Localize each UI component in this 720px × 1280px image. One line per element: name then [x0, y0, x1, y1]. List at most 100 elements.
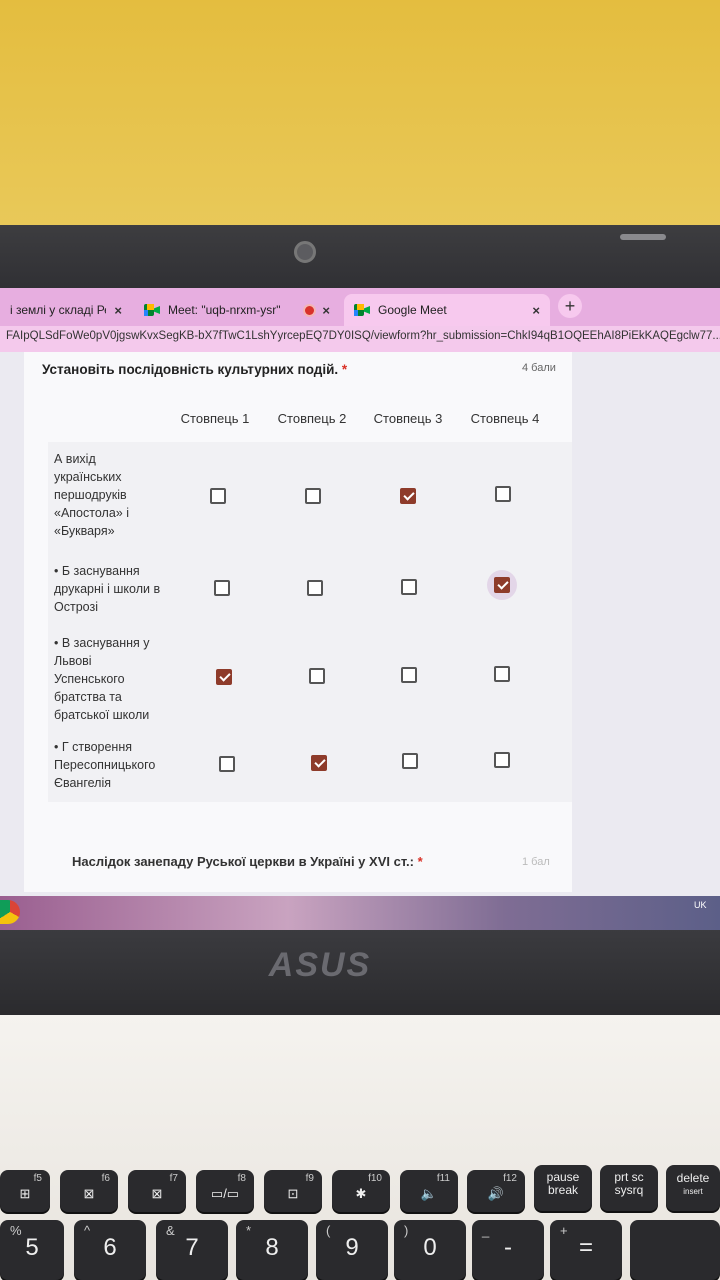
key-6[interactable]: ^ 6 [74, 1220, 146, 1280]
checkbox-b-col2[interactable] [307, 580, 323, 596]
key-label: delete [676, 1171, 710, 1185]
key-f10[interactable]: f10 ✱ [332, 1170, 390, 1212]
key-5[interactable]: % 5 [0, 1220, 64, 1280]
checkbox-c-col1[interactable] [216, 669, 232, 685]
tab-label: і землі у складі Речі П [10, 303, 106, 317]
key-label: 0 [423, 1234, 437, 1261]
key-f5[interactable]: f5 ⊞ [0, 1170, 50, 1212]
key-icon: ⊠ [151, 1186, 163, 1201]
key-f9[interactable]: f9 ⊡ [264, 1170, 322, 1212]
tab-google-meet[interactable]: Google Meet × [344, 294, 550, 326]
close-icon[interactable]: × [532, 303, 540, 318]
key-f8[interactable]: f8 ▭/▭ [196, 1170, 254, 1212]
row-label-b: • Б заснування друкарні і школи в Остроз… [54, 564, 161, 614]
close-icon[interactable]: × [114, 303, 122, 318]
key-label: 9 [345, 1234, 359, 1261]
key-f6[interactable]: f6 ⊠ [60, 1170, 118, 1212]
key-icon: ⊡ [287, 1186, 299, 1201]
key-minus[interactable]: _ - [472, 1220, 544, 1280]
required-mark: * [417, 854, 423, 869]
column-header: Стовпець 1 [180, 411, 250, 426]
key-9[interactable]: ( 9 [316, 1220, 388, 1280]
key-label: pause break [546, 1170, 580, 1197]
screen-bezel-top [0, 225, 720, 295]
webcam [294, 241, 316, 263]
checkbox-c-col3[interactable] [401, 667, 417, 683]
checkbox-b-col3[interactable] [401, 579, 417, 595]
key-fn-label: f7 [169, 1173, 178, 1184]
asus-logo: ASUS [268, 946, 372, 984]
question-title: Установіть послідовність культурних поді… [42, 362, 347, 377]
row-label-c: • В заснування у Львові Успенського брат… [54, 636, 150, 722]
key-icon: ⊠ [83, 1186, 95, 1201]
chrome-icon[interactable] [0, 900, 20, 924]
key-print-screen[interactable]: prt sc sysrq [600, 1165, 658, 1211]
key-fn-label: f6 [101, 1173, 110, 1184]
tab-strip: і землі у складі Речі П × Meet: "uqb-nrx… [0, 288, 720, 326]
key-icon: ▭/▭ [210, 1186, 240, 1201]
key-f12[interactable]: f12 🔊 [467, 1170, 525, 1212]
tab-meet-call[interactable]: Meet: "uqb-nrxm-ysr" × [134, 294, 340, 326]
key-label: - [504, 1234, 512, 1261]
checkbox-b-col4[interactable] [494, 577, 510, 593]
checkbox-d-col1[interactable] [219, 756, 235, 772]
new-tab-button[interactable]: + [558, 294, 582, 318]
checkbox-d-col3[interactable] [402, 753, 418, 769]
question2-title: Наслідок занепаду Руської церкви в Украї… [72, 854, 423, 869]
key-fn-label: f5 [33, 1173, 42, 1184]
key-label: 6 [103, 1234, 117, 1261]
key-label: 8 [265, 1234, 279, 1261]
bezel-notch [620, 234, 666, 240]
form-page: Установіть послідовність культурних поді… [0, 352, 720, 916]
column-header: Стовпець 4 [470, 411, 540, 426]
key-fn-label: f11 [436, 1173, 450, 1184]
question-points: 4 бали [522, 362, 556, 374]
key-delete[interactable]: delete insert [666, 1165, 720, 1211]
row-label-a: А вихід українських першодруків «Апостол… [54, 452, 129, 538]
question-card: Установіть послідовність культурних поді… [24, 352, 572, 892]
key-7[interactable]: & 7 [156, 1220, 228, 1280]
question2-title-text: Наслідок занепаду Руської церкви в Украї… [72, 854, 414, 869]
key-icon: 🔊 [487, 1186, 505, 1201]
row-label-d: • Г створення Пересопницького Євангелія [54, 740, 156, 790]
key-icon: ✱ [355, 1186, 367, 1201]
tab-label: Meet: "uqb-nrxm-ysr" [168, 303, 281, 317]
key-f11[interactable]: f11 🔈 [400, 1170, 458, 1212]
key-f7[interactable]: f7 ⊠ [128, 1170, 186, 1212]
checkbox-c-col2[interactable] [309, 668, 325, 684]
checkbox-d-col2[interactable] [311, 755, 327, 771]
column-header: Стовпець 2 [277, 411, 347, 426]
checkbox-a-col3[interactable] [400, 488, 416, 504]
key-pause-break[interactable]: pause break [534, 1165, 592, 1211]
language-indicator[interactable]: UK [694, 900, 707, 910]
tab-label: Google Meet [378, 303, 447, 317]
question2-points: 1 бал [522, 856, 550, 868]
checkbox-d-col4[interactable] [494, 752, 510, 768]
meet-icon [144, 304, 160, 316]
checkbox-a-col4[interactable] [495, 486, 511, 502]
address-bar[interactable]: FAIpQLSdFoWe0pV0jgswKvxSegKB-bX7fTwC1Lsh… [0, 326, 720, 352]
key-sublabel: insert [683, 1187, 703, 1196]
close-icon[interactable]: × [322, 303, 330, 318]
screen: і землі у складі Речі П × Meet: "uqb-nrx… [0, 288, 720, 933]
key-label: = [578, 1234, 593, 1261]
key-label: 5 [25, 1234, 39, 1261]
taskbar: UK [0, 896, 720, 933]
keyboard-deck: f5 ⊞ f6 ⊠ f7 ⊠ f8 ▭/▭ f9 ⊡ f10 ✱ f11 🔈 f… [0, 1015, 720, 1280]
key-backspace[interactable] [630, 1220, 720, 1280]
key-8[interactable]: * 8 [236, 1220, 308, 1280]
wall-background [0, 0, 720, 235]
checkbox-a-col2[interactable] [305, 488, 321, 504]
required-mark: * [341, 362, 348, 377]
question-title-text: Установіть послідовність культурних поді… [42, 362, 339, 377]
checkbox-b-col1[interactable] [214, 580, 230, 596]
key-equals[interactable]: + = [550, 1220, 622, 1280]
key-icon: 🔈 [420, 1186, 438, 1201]
checkbox-a-col1[interactable] [210, 488, 226, 504]
key-fn-label: f8 [237, 1173, 246, 1184]
key-0[interactable]: ) 0 [394, 1220, 466, 1280]
checkbox-c-col4[interactable] [494, 666, 510, 682]
key-icon: ⊞ [19, 1186, 31, 1201]
key-fn-label: f10 [368, 1173, 382, 1184]
tab-form[interactable]: і землі у складі Речі П × [0, 294, 132, 326]
